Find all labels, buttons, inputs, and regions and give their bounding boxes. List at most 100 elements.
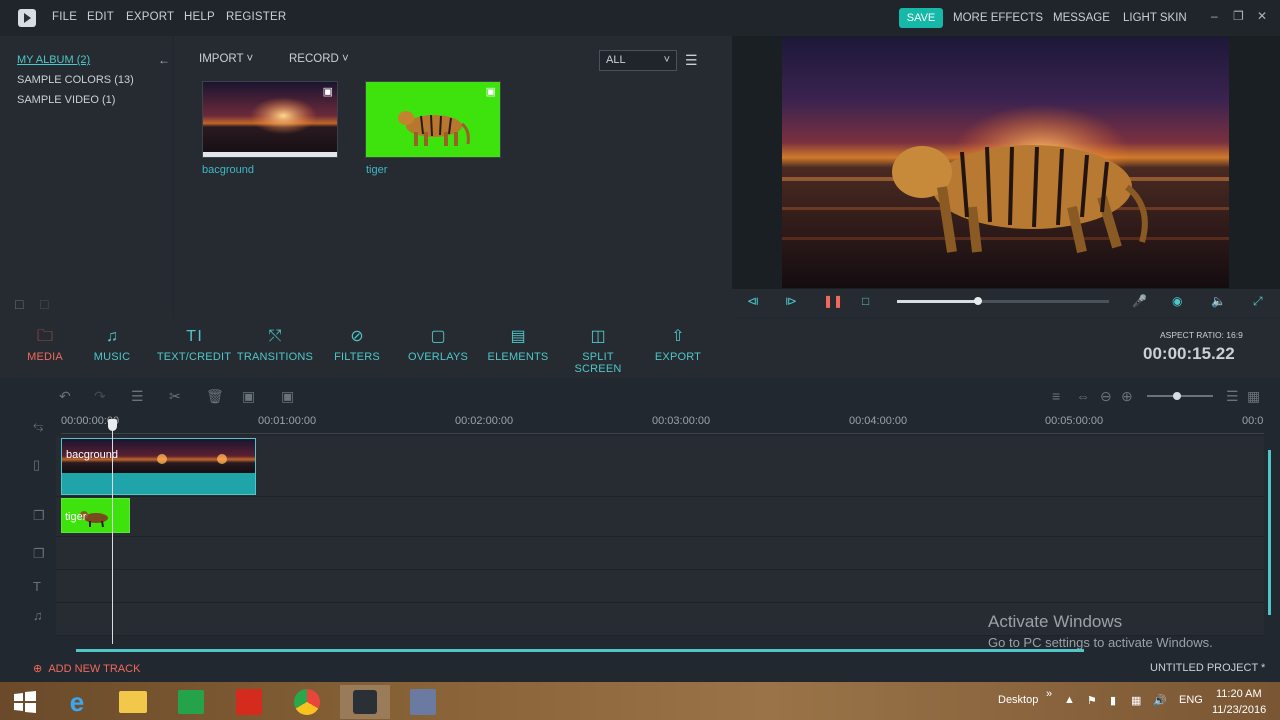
progress-knob[interactable] [973,297,982,305]
filter-value: ALL [606,54,626,66]
redo-icon[interactable]: ↷ [94,388,106,405]
tab-split-screen[interactable]: ◫ SPLIT SCREEN [558,326,638,375]
close-icon[interactable]: ✕ [1257,10,1269,22]
tab-transitions[interactable]: ⤲ TRANSITIONS [235,326,315,363]
skip-back-icon[interactable]: ⧏ [747,294,759,308]
pip-track-1[interactable] [56,497,1264,537]
tab-overlays[interactable]: ▢ OVERLAYS [398,326,478,363]
pip-track-icon: ❐ [33,508,45,523]
activate-windows-title: Activate Windows [988,612,1123,631]
media-thumb-background[interactable]: ▣ [202,81,338,158]
tab-filters[interactable]: ⊘ FILTERS [317,326,397,363]
music-track-icon: ♫ [33,608,43,623]
video-track-icon: ▯ [33,457,41,472]
crop-icon[interactable]: ▣ [242,388,255,405]
media-name-background: bacground [202,164,254,176]
tab-label: ELEMENTS [487,351,549,363]
grid-view-icon[interactable]: ▦ [1247,388,1260,405]
taskbar-store[interactable] [166,685,216,719]
camera-icon[interactable]: ◉ [1172,294,1182,308]
timeline-vertical-scrollbar[interactable] [1268,450,1271,615]
start-button[interactable] [0,685,50,719]
album-sample-colors[interactable]: SAMPLE COLORS (13) [17,74,134,86]
taskbar-filmora[interactable] [340,685,390,719]
save-button[interactable]: SAVE [899,8,943,28]
chevron-down-icon: ˅ [663,54,670,66]
adjust-icon[interactable]: ☰ [131,388,144,405]
maximize-icon[interactable]: ❐ [1233,10,1245,22]
export-icon: ⇧ [671,328,685,345]
stop-icon[interactable]: □ [862,294,869,308]
clip-background[interactable]: bacground [61,438,256,495]
menu-export[interactable]: EXPORT [126,11,174,23]
clock-date[interactable]: 11/23/2016 [1212,704,1266,716]
delete-folder-icon[interactable]: □ [40,296,48,312]
microphone-icon[interactable]: 🎤 [1132,294,1147,308]
action-center-icon[interactable]: ⚑ [1087,694,1097,707]
menu-edit[interactable]: EDIT [87,11,114,23]
network-icon[interactable]: ▦ [1131,694,1141,707]
list-view-icon[interactable]: ☰ [1226,388,1239,405]
ruler-label: 00:05:00:00 [1045,415,1104,427]
clip-tiger[interactable]: tiger [61,498,130,533]
zoom-out-icon[interactable]: ⊖ [1100,388,1112,405]
menu-help[interactable]: HELP [184,11,215,23]
tray-overflow-icon[interactable]: ▲ [1064,694,1075,706]
collapse-arrow-icon[interactable]: ← [158,53,170,67]
pause-icon[interactable]: ❚❚ [823,294,843,308]
album-my-album[interactable]: MY ALBUM (2) [17,54,90,66]
zoom-slider-knob[interactable] [1173,392,1181,400]
skip-forward-icon[interactable]: ⧐ [785,294,797,308]
undo-icon[interactable]: ↶ [59,388,71,405]
taskbar-chrome[interactable] [282,685,332,719]
clock-time[interactable]: 11:20 AM [1216,688,1262,700]
taskbar-recorder[interactable] [398,685,448,719]
filmora-icon [353,690,377,714]
tab-export[interactable]: ⇧ EXPORT [638,326,718,363]
add-new-track-button[interactable]: ⊕ ADD NEW TRACK [33,662,140,675]
speaker-icon[interactable]: 🔊 [1153,694,1167,707]
volume-icon[interactable]: 🔈 [1211,294,1226,308]
desktop-toolbar[interactable]: Desktop [998,694,1038,706]
preview-player[interactable] [782,37,1229,288]
tiger-thumbnail [398,111,470,146]
snapshot-icon[interactable]: ▣ [281,388,294,405]
import-dropdown[interactable]: IMPORT ˅ [199,53,253,65]
record-label: RECORD [289,53,339,65]
taskbar-acrobat[interactable] [224,685,274,719]
audio-mixer-icon[interactable]: ≡ [1052,388,1060,404]
cut-icon[interactable]: ✂ [169,388,181,405]
text-track[interactable] [56,570,1264,603]
toolbar-expand-icon[interactable]: » [1046,688,1052,700]
message-link[interactable]: MESSAGE [1053,12,1110,24]
fullscreen-icon[interactable]: ⤢ [1253,294,1263,309]
media-thumb-tiger[interactable]: ▣ [365,81,501,158]
record-dropdown[interactable]: RECORD ˅ [289,53,349,65]
list-view-icon[interactable]: ☰ [685,52,698,69]
minimize-icon[interactable]: – [1211,10,1223,22]
snap-icon[interactable]: ⥃ [33,418,43,434]
tab-elements[interactable]: ▤ ELEMENTS [478,326,558,363]
zoom-in-icon[interactable]: ⊕ [1121,388,1133,405]
language-indicator[interactable]: ENG [1179,694,1203,706]
more-effects-link[interactable]: MORE EFFECTS [953,12,1043,24]
playhead-handle[interactable] [108,419,117,431]
tab-text-credit[interactable]: T I TEXT/CREDIT [154,326,234,363]
menu-register[interactable]: REGISTER [226,11,286,23]
taskbar-internet-explorer[interactable]: e [52,685,102,719]
album-sample-video[interactable]: SAMPLE VIDEO (1) [17,94,115,106]
progress-track[interactable] [897,297,1109,305]
filter-select[interactable]: ALL ˅ [599,50,677,71]
menu-file[interactable]: FILE [52,11,77,23]
light-skin-link[interactable]: LIGHT SKIN [1123,12,1187,24]
fit-timeline-icon[interactable]: ⇔ [1076,388,1090,404]
timeline-horizontal-scrollbar[interactable] [76,649,1084,652]
text-track-icon: T [33,579,41,594]
tab-music[interactable]: ♫ MUSIC [72,326,152,363]
activate-windows-subtitle: Go to PC settings to activate Windows. [988,635,1213,650]
taskbar-file-explorer[interactable] [108,685,158,719]
pip-track-2[interactable] [56,537,1264,570]
battery-icon[interactable]: ▮ [1110,694,1116,707]
delete-icon[interactable]: 🗑 [206,388,224,405]
add-folder-icon[interactable]: □ [15,296,23,312]
